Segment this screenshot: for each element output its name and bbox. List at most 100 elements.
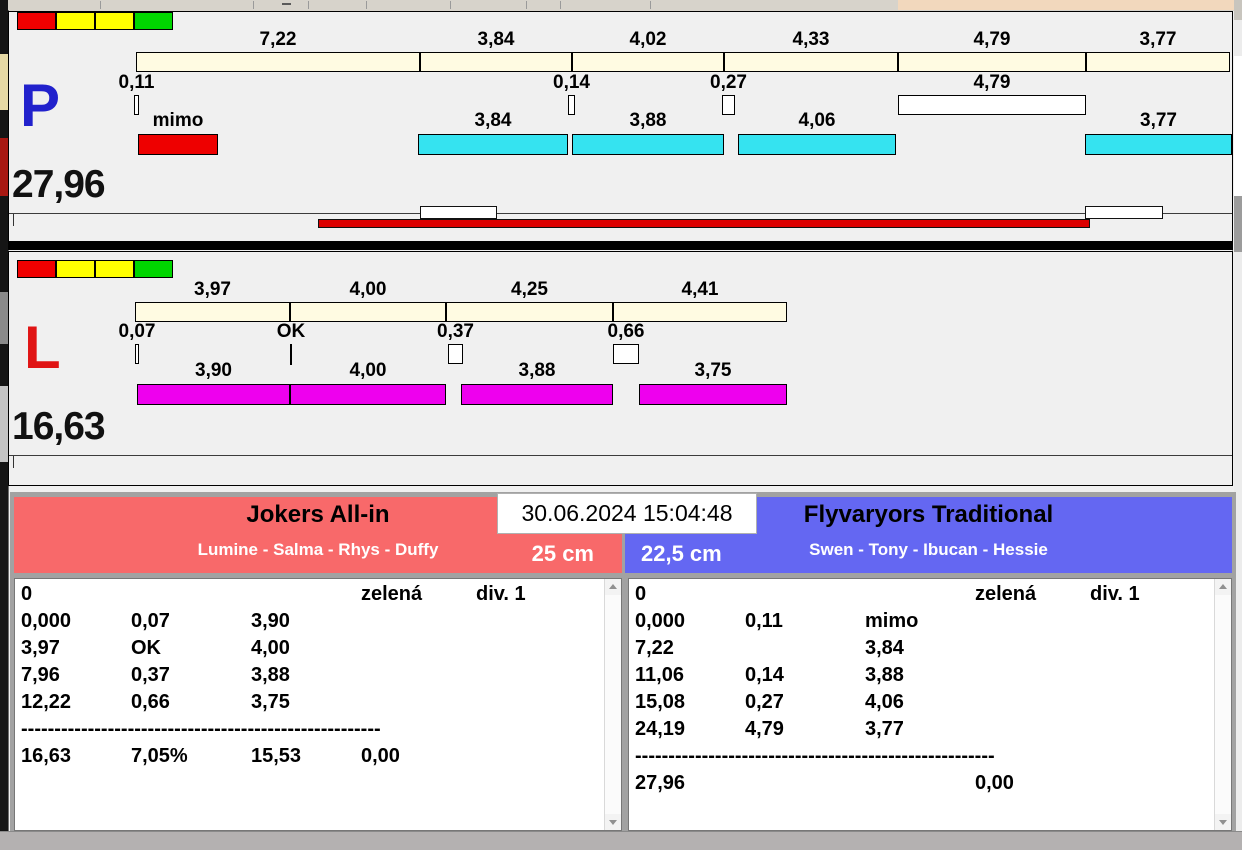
table-cell: 4,79 [745, 718, 784, 740]
table-cell: 3,90 [251, 610, 290, 632]
table-dash-separator: ----------------------------------------… [635, 745, 995, 767]
team-left-scoretable[interactable]: 0 zelená div. 1 0,000 0,07 3,90 3,97 OK 4,00 7,96… [14, 578, 622, 831]
table-cell: 0,000 [21, 610, 72, 632]
split-bar [418, 134, 568, 155]
toolbar-separator [450, 1, 451, 9]
table-cell: 0,11 [745, 610, 783, 632]
segment-time-label: 3,77 [1139, 29, 1177, 50]
table-cell: 4,06 [865, 691, 904, 713]
toolbar-separator [308, 1, 309, 9]
toolbar-separator [366, 1, 367, 9]
gap-time-label: OK [276, 321, 306, 342]
split-bar [639, 384, 787, 405]
segment-bar [898, 52, 1086, 72]
toolbar-dash [282, 3, 291, 5]
timeline-white-bar [1085, 206, 1163, 219]
timeline-white-bar [420, 206, 497, 219]
segment-time-label: 3,97 [194, 279, 231, 300]
segment-time-label: 3,84 [477, 29, 515, 50]
toolbar-separator [253, 1, 254, 9]
scroll-up-icon[interactable] [605, 579, 621, 595]
scroll-down-icon[interactable] [605, 814, 621, 830]
table-cell: zelená [361, 583, 423, 605]
status-light [17, 260, 56, 278]
status-light [56, 12, 95, 30]
split-time-label: 4,00 [349, 360, 387, 381]
team-right-scoretable[interactable]: 0 zelená div. 1 0,000 0,11 mimo 7,22 3,84 11,06 0… [628, 578, 1232, 831]
table-cell: 24,19 [635, 718, 686, 740]
split-time-label: mimo [152, 110, 204, 131]
gap-marker [722, 95, 735, 115]
gap-marker [290, 344, 292, 365]
table-cell: div. 1 [476, 583, 526, 605]
segment-time-label: 4,25 [511, 279, 548, 300]
table-cell: 7,05% [131, 745, 188, 767]
status-light [134, 260, 173, 278]
table-cell: 0,000 [635, 610, 686, 632]
table-cell: zelená [975, 583, 1037, 605]
table-cell: OK [131, 637, 161, 659]
segment-time-label: 4,41 [681, 279, 719, 300]
gap-time-label: 0,27 [710, 72, 747, 93]
team-left-distance: 25 cm [531, 541, 594, 566]
gap-time-label: 0,66 [607, 321, 645, 342]
gap-marker [898, 95, 1086, 115]
scrollbar[interactable] [1214, 579, 1231, 830]
table-cell: 7,22 [635, 637, 674, 659]
split-time-label: 3,90 [195, 360, 232, 381]
split-time-label: 3,77 [1140, 110, 1177, 131]
segment-bar [420, 52, 572, 72]
table-cell: 11,06 [635, 664, 684, 686]
table-cell: 12,22 [21, 691, 72, 713]
status-light [95, 12, 134, 30]
split-bar [290, 384, 446, 405]
status-light [95, 260, 134, 278]
team-right-distance: 22,5 cm [641, 541, 722, 566]
table-cell: 4,00 [251, 637, 290, 659]
split-time-label: 3,88 [629, 110, 667, 131]
scrollbar[interactable] [604, 579, 621, 830]
table-cell: 0,07 [131, 610, 170, 632]
split-bar [461, 384, 613, 405]
segment-time-label: 4,02 [629, 29, 667, 50]
timeline-red-bar [318, 219, 1090, 228]
table-cell: mimo [865, 610, 919, 632]
table-cell: 3,97 [21, 637, 60, 659]
table-cell: 0,00 [975, 772, 1014, 794]
scroll-up-icon[interactable] [1215, 579, 1231, 595]
table-cell: div. 1 [1090, 583, 1140, 605]
segment-bar [446, 302, 613, 322]
table-cell: 16,63 [21, 745, 72, 767]
scroll-down-icon[interactable] [1215, 814, 1231, 830]
status-light [56, 260, 95, 278]
segment-time-label: 4,79 [973, 29, 1011, 50]
gap-time-label: 0,37 [437, 321, 474, 342]
table-cell: 3,77 [865, 718, 904, 740]
table-cell: 0,00 [361, 745, 400, 767]
table-cell: 0,37 [131, 664, 170, 686]
segment-time-label: 4,33 [792, 29, 830, 50]
timing-app-window: P 27,96 L 16,63 7,22 3,84 4,02 4,33 4,79 3,77… [0, 0, 1242, 850]
table-cell: 27,96 [635, 772, 686, 794]
table-cell: 15,08 [635, 691, 686, 713]
split-time-label: 3,88 [518, 360, 556, 381]
table-cell: 0 [635, 583, 647, 605]
segment-bar [290, 302, 446, 322]
segment-bar [572, 52, 724, 72]
table-cell: 0 [21, 583, 33, 605]
status-light [17, 12, 56, 30]
gap-time-label: 4,79 [973, 72, 1011, 93]
table-cell: 3,88 [865, 664, 904, 686]
split-bar [138, 134, 218, 155]
table-cell: 0,14 [745, 664, 784, 686]
split-bar [137, 384, 290, 405]
window-bottom-strip [0, 831, 1242, 850]
segment-bar [136, 52, 420, 72]
segment-bar [613, 302, 787, 322]
segment-time-label: 4,00 [349, 279, 387, 300]
toolbar-separator [526, 1, 527, 9]
gap-marker [613, 344, 639, 364]
status-light [134, 12, 173, 30]
gap-marker [448, 344, 463, 364]
segment-bar [135, 302, 290, 322]
